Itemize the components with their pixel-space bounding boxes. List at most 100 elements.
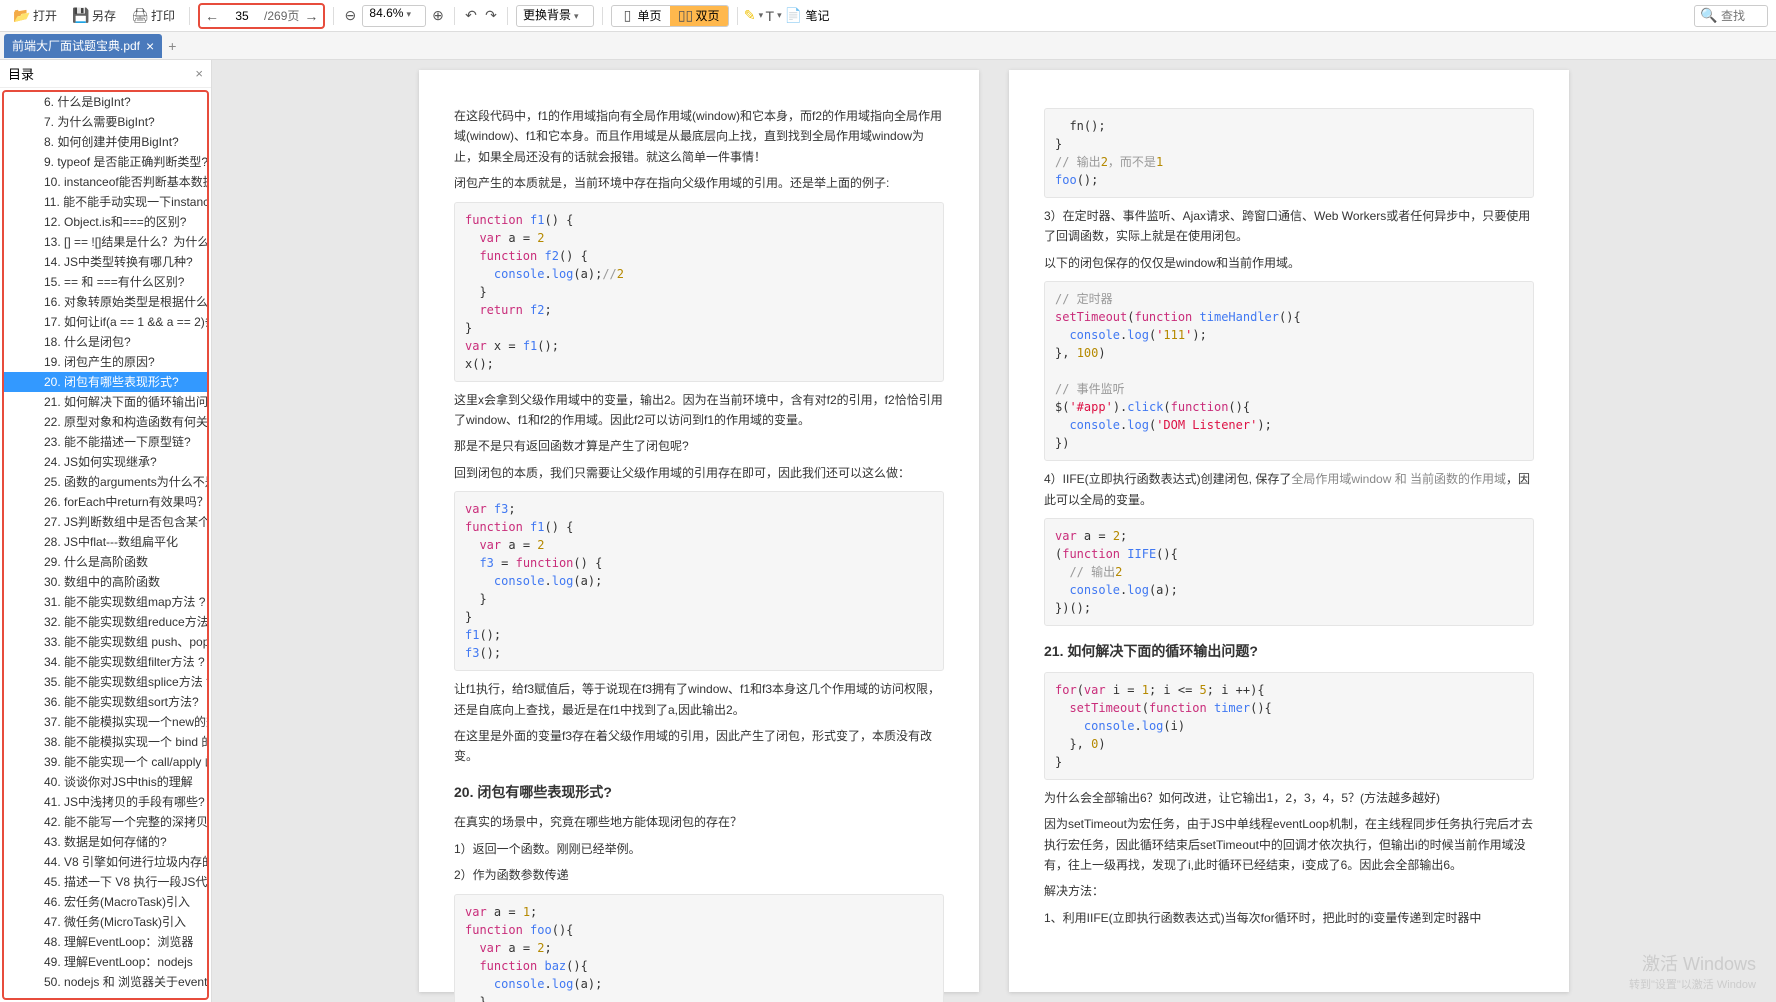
para: 因为setTimeout为宏任务，由于JS中单线程eventLoop机制，在主线… <box>1044 814 1534 875</box>
code-block: var a = 1; function foo(){ var a = 2; fu… <box>454 894 944 1002</box>
main-toolbar: 📂打开 💾另存 🖨打印 ← /269页 → ⊖ 84.6% ⊕ ↶ ↷ 更换背景… <box>0 0 1776 32</box>
toc-item[interactable]: 26. forEach中return有效果吗？如何 <box>4 492 207 512</box>
toc-item[interactable]: 23. 能不能描述一下原型链? <box>4 432 207 452</box>
toc-item[interactable]: 25. 函数的arguments为什么不是数组 <box>4 472 207 492</box>
para: 闭包产生的本质就是，当前环境中存在指向父级作用域的引用。还是举上面的例子: <box>454 173 944 193</box>
toc-item[interactable]: 6. 什么是BigInt? <box>4 92 207 112</box>
open-button[interactable]: 📂打开 <box>8 4 63 28</box>
code-block: function f1() { var a = 2 function f2() … <box>454 202 944 382</box>
highlight-tool-icon[interactable]: ✎ <box>746 8 762 24</box>
toc-item[interactable]: 41. JS中浅拷贝的手段有哪些? <box>4 792 207 812</box>
close-sidebar-icon[interactable]: × <box>195 66 203 81</box>
toc-item[interactable]: 20. 闭包有哪些表现形式? <box>4 372 207 392</box>
next-page-icon[interactable]: → <box>303 8 319 24</box>
para: 2）作为函数参数传递 <box>454 865 944 885</box>
toc-item[interactable]: 9. typeof 是否能正确判断类型? <box>4 152 207 172</box>
code-block: var a = 2; (function IIFE(){ // 输出2 cons… <box>1044 518 1534 626</box>
para: 1）返回一个函数。刚刚已经举例。 <box>454 839 944 859</box>
prev-page-icon[interactable]: ← <box>204 8 220 24</box>
notes-label[interactable]: 笔记 <box>806 7 830 24</box>
toc-item[interactable]: 47. 微任务(MicroTask)引入 <box>4 912 207 932</box>
code-block: // 定时器 setTimeout(function timeHandler()… <box>1044 281 1534 461</box>
toc-item[interactable]: 35. 能不能实现数组splice方法 ? <box>4 672 207 692</box>
toc-item[interactable]: 37. 能不能模拟实现一个new的效果? <box>4 712 207 732</box>
toc-item[interactable]: 43. 数据是如何存储的? <box>4 832 207 852</box>
toc-item[interactable]: 11. 能不能手动实现一下instanceof的 <box>4 192 207 212</box>
code-block: fn(); } // 输出2，而不是1 foo(); <box>1044 108 1534 198</box>
toc-item[interactable]: 28. JS中flat---数组扁平化 <box>4 532 207 552</box>
toc-item[interactable]: 49. 理解EventLoop：nodejs <box>4 952 207 972</box>
toc-item[interactable]: 32. 能不能实现数组reduce方法 ? <box>4 612 207 632</box>
toc-item[interactable]: 36. 能不能实现数组sort方法? <box>4 692 207 712</box>
toc-item[interactable]: 48. 理解EventLoop：浏览器 <box>4 932 207 952</box>
toc-item[interactable]: 46. 宏任务(MacroTask)引入 <box>4 892 207 912</box>
undo-icon[interactable]: ↶ <box>463 8 479 24</box>
para: 1、利用IIFE(立即执行函数表达式)当每次for循环时，把此时的i变量传递到定… <box>1044 908 1534 928</box>
search-input[interactable] <box>1721 9 1761 23</box>
toc-item[interactable]: 18. 什么是闭包? <box>4 332 207 352</box>
page-right: fn(); } // 输出2，而不是1 foo(); 3）在定时器、事件监听、A… <box>1009 70 1569 992</box>
saveas-button[interactable]: 💾另存 <box>67 4 122 28</box>
zoom-select[interactable]: 84.6% <box>362 5 426 27</box>
toc-item[interactable]: 39. 能不能实现一个 call/apply 函数? <box>4 752 207 772</box>
toc-item[interactable]: 13. [] == ![]结果是什么？为什么？ <box>4 232 207 252</box>
toc-item[interactable]: 7. 为什么需要BigInt? <box>4 112 207 132</box>
print-button[interactable]: 🖨打印 <box>126 4 181 28</box>
folder-icon: 📂 <box>14 8 30 24</box>
toc-item[interactable]: 21. 如何解决下面的循环输出问题? <box>4 392 207 412</box>
toc-item[interactable]: 17. 如何让if(a == 1 && a == 2)条件 <box>4 312 207 332</box>
search-icon: 🔍 <box>1701 8 1717 24</box>
zoom-in-icon[interactable]: ⊕ <box>430 8 446 24</box>
toc-item[interactable]: 22. 原型对象和构造函数有何关系? <box>4 412 207 432</box>
toc-item[interactable]: 50. nodejs 和 浏览器关于eventLoop <box>4 972 207 992</box>
toc-item[interactable]: 30. 数组中的高阶函数 <box>4 572 207 592</box>
toc-item[interactable]: 8. 如何创建并使用BigInt? <box>4 132 207 152</box>
toc-item[interactable]: 27. JS判断数组中是否包含某个值 <box>4 512 207 532</box>
toc-item[interactable]: 38. 能不能模拟实现一个 bind 的效果 <box>4 732 207 752</box>
page-left: 在这段代码中，f1的作用域指向有全局作用域(window)和它本身，而f2的作用… <box>419 70 979 992</box>
para: 让f1执行，给f3赋值后，等于说现在f3拥有了window、f1和f3本身这几个… <box>454 679 944 720</box>
document-content[interactable]: 在这段代码中，f1的作用域指向有全局作用域(window)和它本身，而f2的作用… <box>212 60 1776 1002</box>
view-double-button[interactable]: ▯▯双页 <box>670 6 728 26</box>
heading-20: 20. 闭包有哪些表现形式? <box>454 781 944 805</box>
para: 回到闭包的本质，我们只需要让父级作用域的引用存在即可，因此我们还可以这么做： <box>454 463 944 483</box>
toc-item[interactable]: 33. 能不能实现数组 push、pop 方法 <box>4 632 207 652</box>
para: 以下的闭包保存的仅仅是window和当前作用域。 <box>1044 253 1534 273</box>
page-total: /269页 <box>264 7 299 24</box>
para: 解决方法： <box>1044 881 1534 901</box>
toc-item[interactable]: 19. 闭包产生的原因? <box>4 352 207 372</box>
page-navigator: ← /269页 → <box>198 3 325 29</box>
toc-list[interactable]: 6. 什么是BigInt?7. 为什么需要BigInt?8. 如何创建并使用Bi… <box>2 90 209 1000</box>
toc-item[interactable]: 24. JS如何实现继承? <box>4 452 207 472</box>
para: 在真实的场景中，究竟在哪些地方能体现闭包的存在？ <box>454 812 944 832</box>
page-input[interactable] <box>224 9 260 23</box>
toc-item[interactable]: 45. 描述一下 V8 执行一段JS代码的过 <box>4 872 207 892</box>
para: 3）在定时器、事件监听、Ajax请求、跨窗口通信、Web Workers或者任何… <box>1044 206 1534 247</box>
toc-item[interactable]: 12. Object.is和===的区别? <box>4 212 207 232</box>
file-tab[interactable]: 前端大厂面试题宝典.pdf × <box>4 34 162 58</box>
tab-label: 前端大厂面试题宝典.pdf <box>12 37 140 54</box>
add-tab-button[interactable]: + <box>168 38 176 54</box>
zoom-out-icon[interactable]: ⊖ <box>342 8 358 24</box>
background-select[interactable]: 更换背景 <box>516 5 594 27</box>
code-block: for(var i = 1; i <= 5; i ++){ setTimeout… <box>1044 672 1534 780</box>
toc-item[interactable]: 40. 谈谈你对JS中this的理解 <box>4 772 207 792</box>
search-box[interactable]: 🔍 <box>1694 5 1768 27</box>
toc-item[interactable]: 34. 能不能实现数组filter方法 ? <box>4 652 207 672</box>
single-page-icon: ▯ <box>620 8 636 24</box>
notes-tool-icon[interactable]: 📄 <box>786 8 802 24</box>
view-single-button[interactable]: ▯单页 <box>612 6 670 26</box>
toc-item[interactable]: 31. 能不能实现数组map方法 ? <box>4 592 207 612</box>
close-icon[interactable]: × <box>146 38 154 54</box>
sidebar-title: 目录 <box>8 64 34 83</box>
toc-item[interactable]: 10. instanceof能否判断基本数据类型 <box>4 172 207 192</box>
text-tool-icon[interactable]: T <box>766 8 782 24</box>
toc-item[interactable]: 14. JS中类型转换有哪几种? <box>4 252 207 272</box>
toc-item[interactable]: 29. 什么是高阶函数 <box>4 552 207 572</box>
toc-item[interactable]: 44. V8 引擎如何进行垃圾内存的回收? <box>4 852 207 872</box>
toc-item[interactable]: 42. 能不能写一个完整的深拷贝? <box>4 812 207 832</box>
toc-item[interactable]: 15. == 和 ===有什么区别? <box>4 272 207 292</box>
toc-item[interactable]: 16. 对象转原始类型是根据什么流程运 <box>4 292 207 312</box>
para: 在这里是外面的变量f3存在着父级作用域的引用，因此产生了闭包，形式变了，本质没有… <box>454 726 944 767</box>
redo-icon[interactable]: ↷ <box>483 8 499 24</box>
